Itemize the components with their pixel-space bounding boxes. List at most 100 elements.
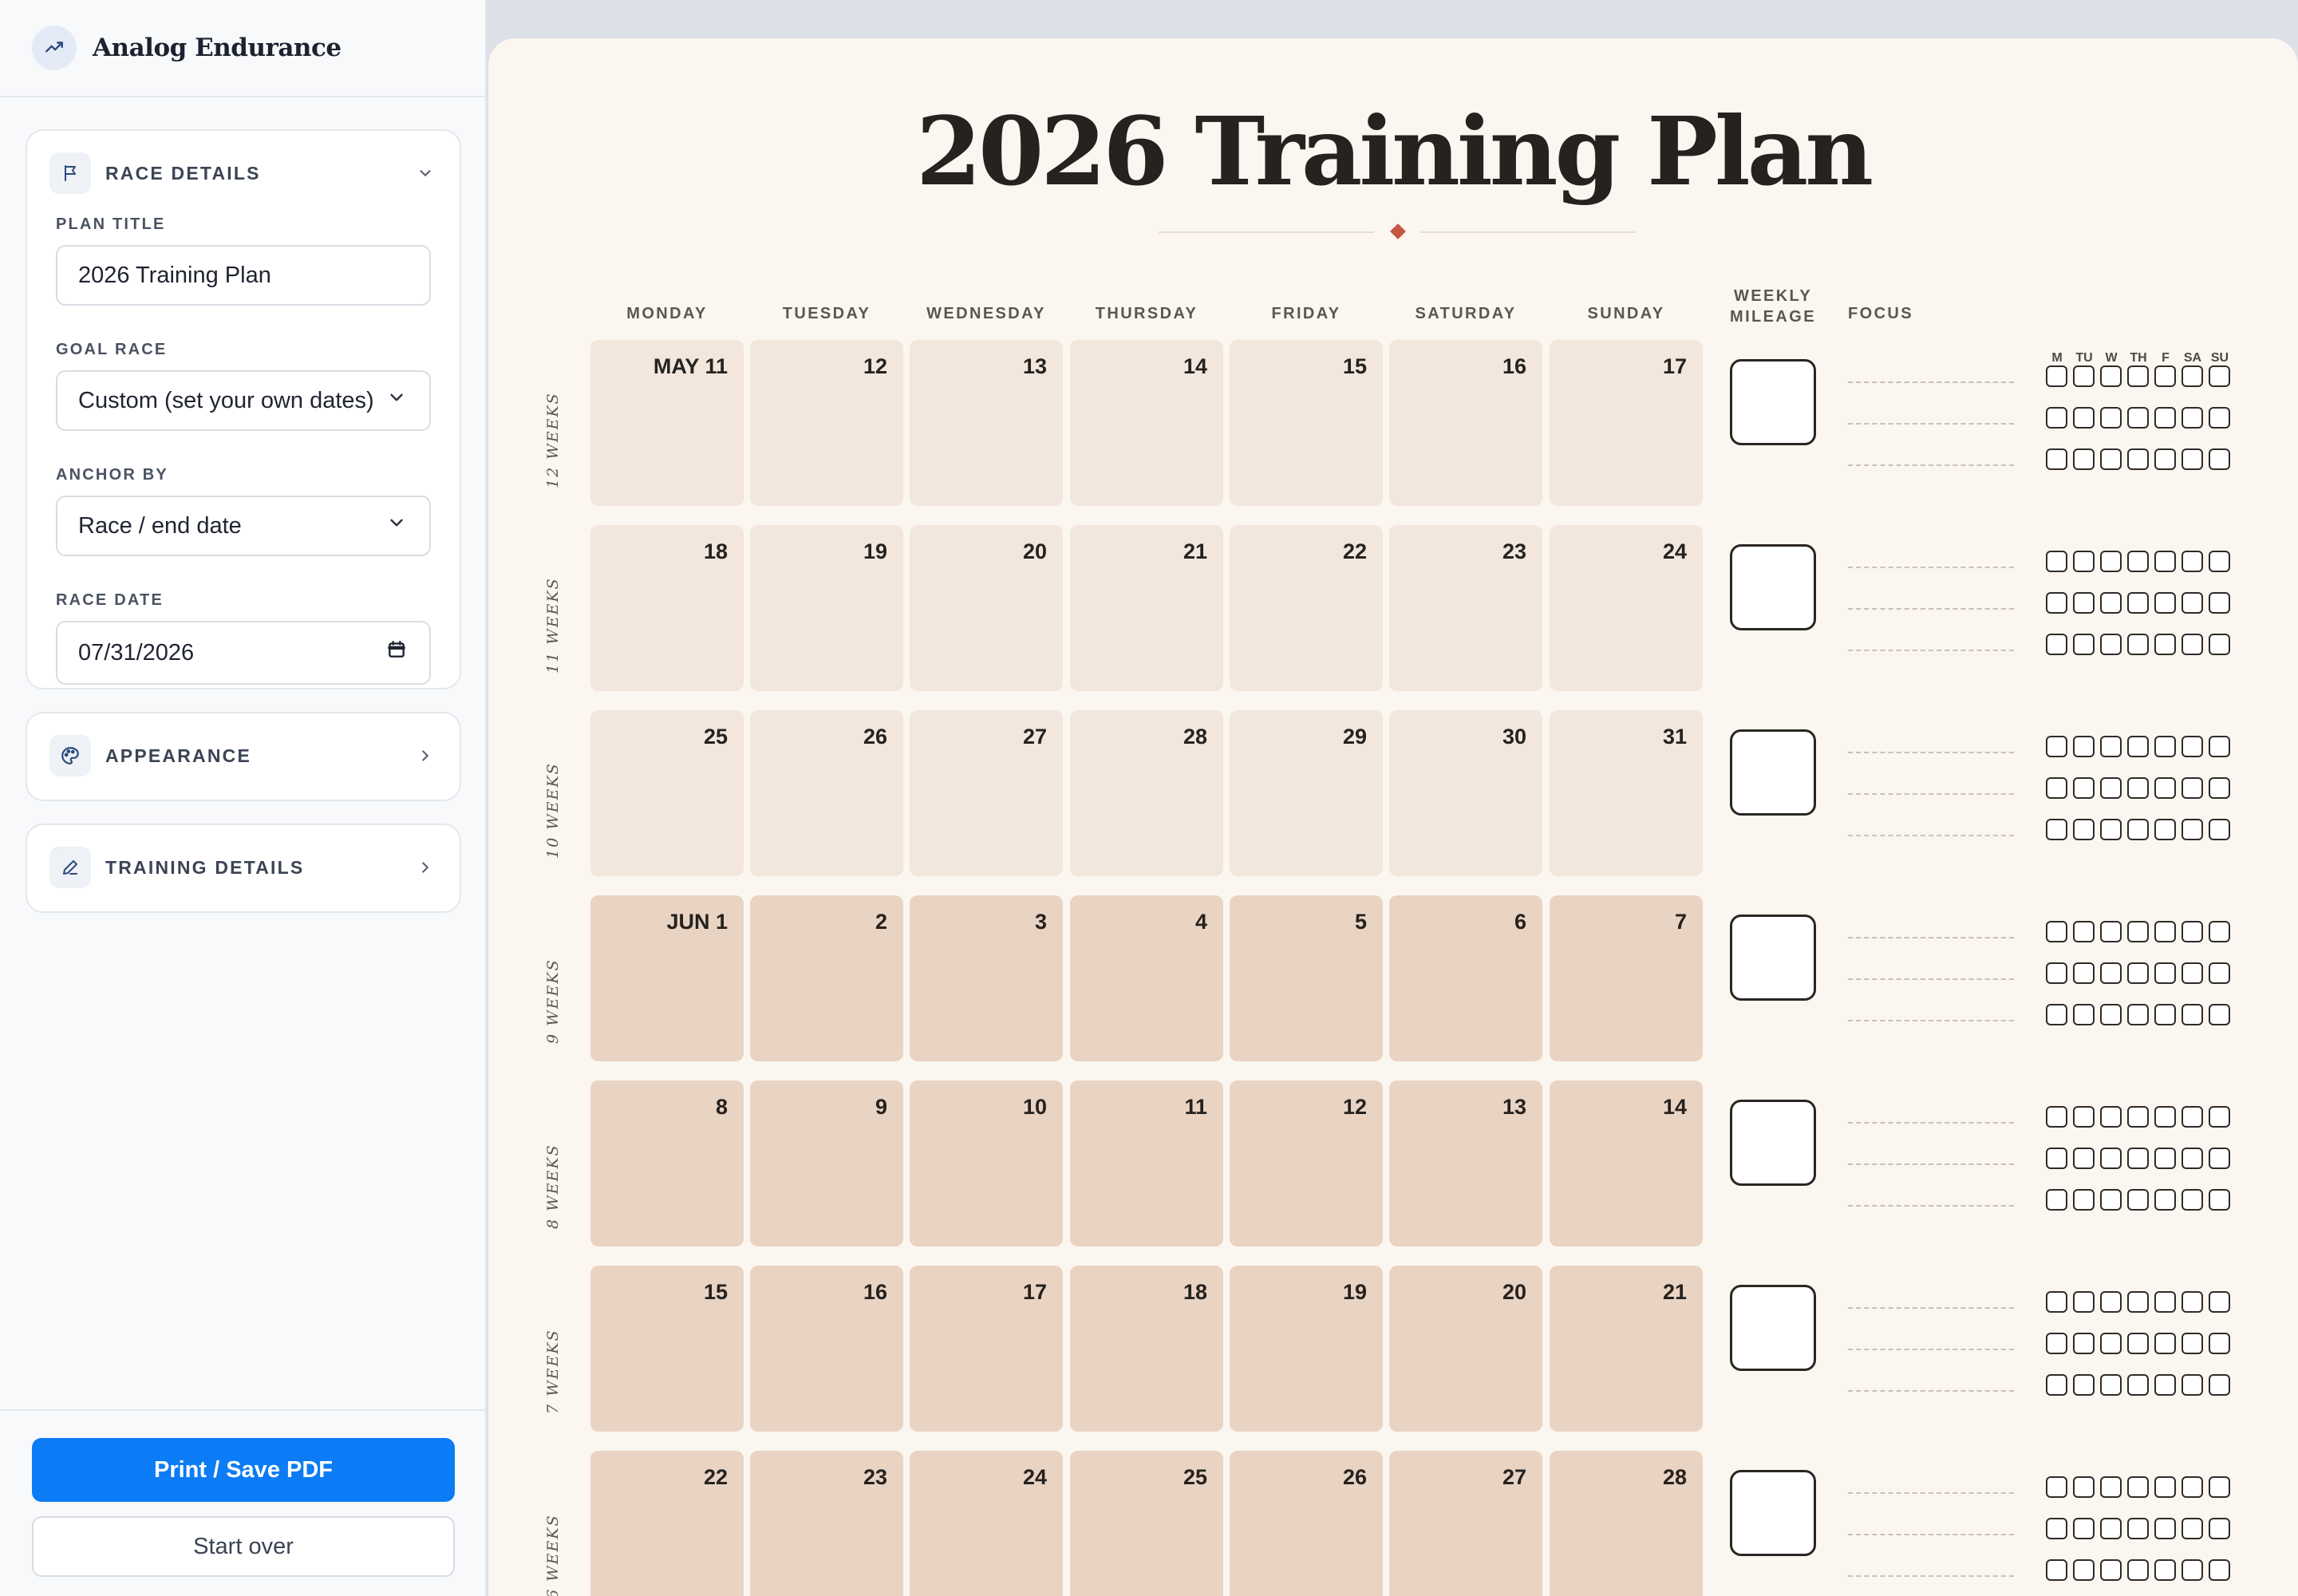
- day-checkbox[interactable]: [2046, 448, 2067, 470]
- day-cell[interactable]: 18: [1070, 1266, 1223, 1432]
- focus-line[interactable]: [1848, 1390, 2014, 1392]
- day-checkbox[interactable]: [2182, 448, 2203, 470]
- day-cell[interactable]: 25: [1070, 1451, 1223, 1596]
- day-checkbox[interactable]: [2127, 1004, 2149, 1025]
- day-cell[interactable]: 16: [750, 1266, 903, 1432]
- day-cell[interactable]: 11: [1070, 1080, 1223, 1246]
- focus-line[interactable]: [1848, 608, 2014, 610]
- day-checkbox[interactable]: [2127, 407, 2149, 429]
- day-checkbox[interactable]: [2154, 448, 2176, 470]
- day-cell[interactable]: 22: [590, 1451, 744, 1596]
- day-checkbox[interactable]: [2209, 1559, 2230, 1581]
- day-checkbox[interactable]: [2046, 1518, 2067, 1539]
- day-checkbox[interactable]: [2100, 777, 2122, 799]
- day-checkbox[interactable]: [2046, 1004, 2067, 1025]
- day-checkbox[interactable]: [2073, 1518, 2095, 1539]
- day-checkbox[interactable]: [2209, 777, 2230, 799]
- day-checkbox[interactable]: [2127, 1333, 2149, 1354]
- day-checkbox[interactable]: [2100, 592, 2122, 614]
- day-checkbox[interactable]: [2127, 819, 2149, 840]
- day-cell[interactable]: 19: [750, 525, 903, 691]
- day-cell[interactable]: 29: [1230, 710, 1383, 876]
- day-checkbox[interactable]: [2073, 1004, 2095, 1025]
- day-checkbox[interactable]: [2127, 1106, 2149, 1128]
- day-cell[interactable]: 16: [1389, 340, 1542, 506]
- day-cell[interactable]: 23: [1389, 525, 1542, 691]
- day-checkbox[interactable]: [2127, 1148, 2149, 1169]
- day-checkbox[interactable]: [2127, 1559, 2149, 1581]
- day-checkbox[interactable]: [2182, 777, 2203, 799]
- day-checkbox[interactable]: [2100, 1559, 2122, 1581]
- day-checkbox[interactable]: [2209, 448, 2230, 470]
- day-checkbox[interactable]: [2154, 1559, 2176, 1581]
- day-cell[interactable]: MAY 11: [590, 340, 744, 506]
- print-save-pdf-button[interactable]: Print / Save PDF: [32, 1438, 455, 1502]
- day-checkbox[interactable]: [2100, 921, 2122, 942]
- day-checkbox[interactable]: [2209, 962, 2230, 984]
- day-cell[interactable]: 13: [1389, 1080, 1542, 1246]
- day-checkbox[interactable]: [2154, 819, 2176, 840]
- day-checkbox[interactable]: [2073, 921, 2095, 942]
- day-checkbox[interactable]: [2100, 448, 2122, 470]
- day-checkbox[interactable]: [2182, 962, 2203, 984]
- day-checkbox[interactable]: [2209, 407, 2230, 429]
- day-checkbox[interactable]: [2182, 1333, 2203, 1354]
- day-cell[interactable]: 14: [1550, 1080, 1703, 1246]
- focus-line[interactable]: [1848, 1020, 2014, 1021]
- calendar-icon[interactable]: [386, 639, 409, 666]
- day-checkbox[interactable]: [2209, 592, 2230, 614]
- day-checkbox[interactable]: [2154, 1374, 2176, 1396]
- day-checkbox[interactable]: [2073, 634, 2095, 655]
- day-cell[interactable]: 20: [1389, 1266, 1542, 1432]
- day-checkbox[interactable]: [2100, 365, 2122, 387]
- day-checkbox[interactable]: [2127, 551, 2149, 572]
- day-cell[interactable]: 19: [1230, 1266, 1383, 1432]
- focus-line[interactable]: [1848, 937, 2014, 938]
- day-checkbox[interactable]: [2046, 1559, 2067, 1581]
- day-checkbox[interactable]: [2154, 1189, 2176, 1211]
- weekly-mileage-box[interactable]: [1730, 915, 1816, 1001]
- weekly-mileage-box[interactable]: [1730, 359, 1816, 445]
- day-cell[interactable]: 24: [910, 1451, 1063, 1596]
- day-checkbox[interactable]: [2154, 1333, 2176, 1354]
- day-checkbox[interactable]: [2046, 407, 2067, 429]
- day-checkbox[interactable]: [2127, 365, 2149, 387]
- day-cell[interactable]: 12: [1230, 1080, 1383, 1246]
- day-cell[interactable]: 30: [1389, 710, 1542, 876]
- race-details-header[interactable]: RACE DETAILS: [27, 131, 460, 215]
- day-checkbox[interactable]: [2154, 1106, 2176, 1128]
- day-checkbox[interactable]: [2154, 592, 2176, 614]
- day-checkbox[interactable]: [2100, 1106, 2122, 1128]
- focus-line[interactable]: [1848, 1534, 2014, 1535]
- day-checkbox[interactable]: [2154, 634, 2176, 655]
- day-cell[interactable]: 26: [750, 710, 903, 876]
- focus-line[interactable]: [1848, 793, 2014, 795]
- day-checkbox[interactable]: [2100, 1476, 2122, 1498]
- day-checkbox[interactable]: [2154, 1291, 2176, 1313]
- day-checkbox[interactable]: [2100, 407, 2122, 429]
- day-checkbox[interactable]: [2073, 448, 2095, 470]
- day-cell[interactable]: 28: [1550, 1451, 1703, 1596]
- day-checkbox[interactable]: [2100, 962, 2122, 984]
- chevron-down-icon[interactable]: [413, 161, 437, 185]
- day-checkbox[interactable]: [2182, 1291, 2203, 1313]
- day-checkbox[interactable]: [2046, 551, 2067, 572]
- day-checkbox[interactable]: [2046, 962, 2067, 984]
- day-cell[interactable]: 27: [910, 710, 1063, 876]
- day-checkbox[interactable]: [2182, 407, 2203, 429]
- day-checkbox[interactable]: [2209, 1291, 2230, 1313]
- day-cell[interactable]: 14: [1070, 340, 1223, 506]
- day-checkbox[interactable]: [2073, 819, 2095, 840]
- day-checkbox[interactable]: [2154, 962, 2176, 984]
- day-checkbox[interactable]: [2100, 1189, 2122, 1211]
- day-checkbox[interactable]: [2209, 551, 2230, 572]
- day-cell[interactable]: 21: [1070, 525, 1223, 691]
- focus-line[interactable]: [1848, 567, 2014, 568]
- day-checkbox[interactable]: [2182, 551, 2203, 572]
- day-cell[interactable]: 21: [1550, 1266, 1703, 1432]
- day-checkbox[interactable]: [2100, 736, 2122, 757]
- day-checkbox[interactable]: [2100, 1148, 2122, 1169]
- day-checkbox[interactable]: [2100, 551, 2122, 572]
- focus-line[interactable]: [1848, 978, 2014, 980]
- day-checkbox[interactable]: [2046, 1106, 2067, 1128]
